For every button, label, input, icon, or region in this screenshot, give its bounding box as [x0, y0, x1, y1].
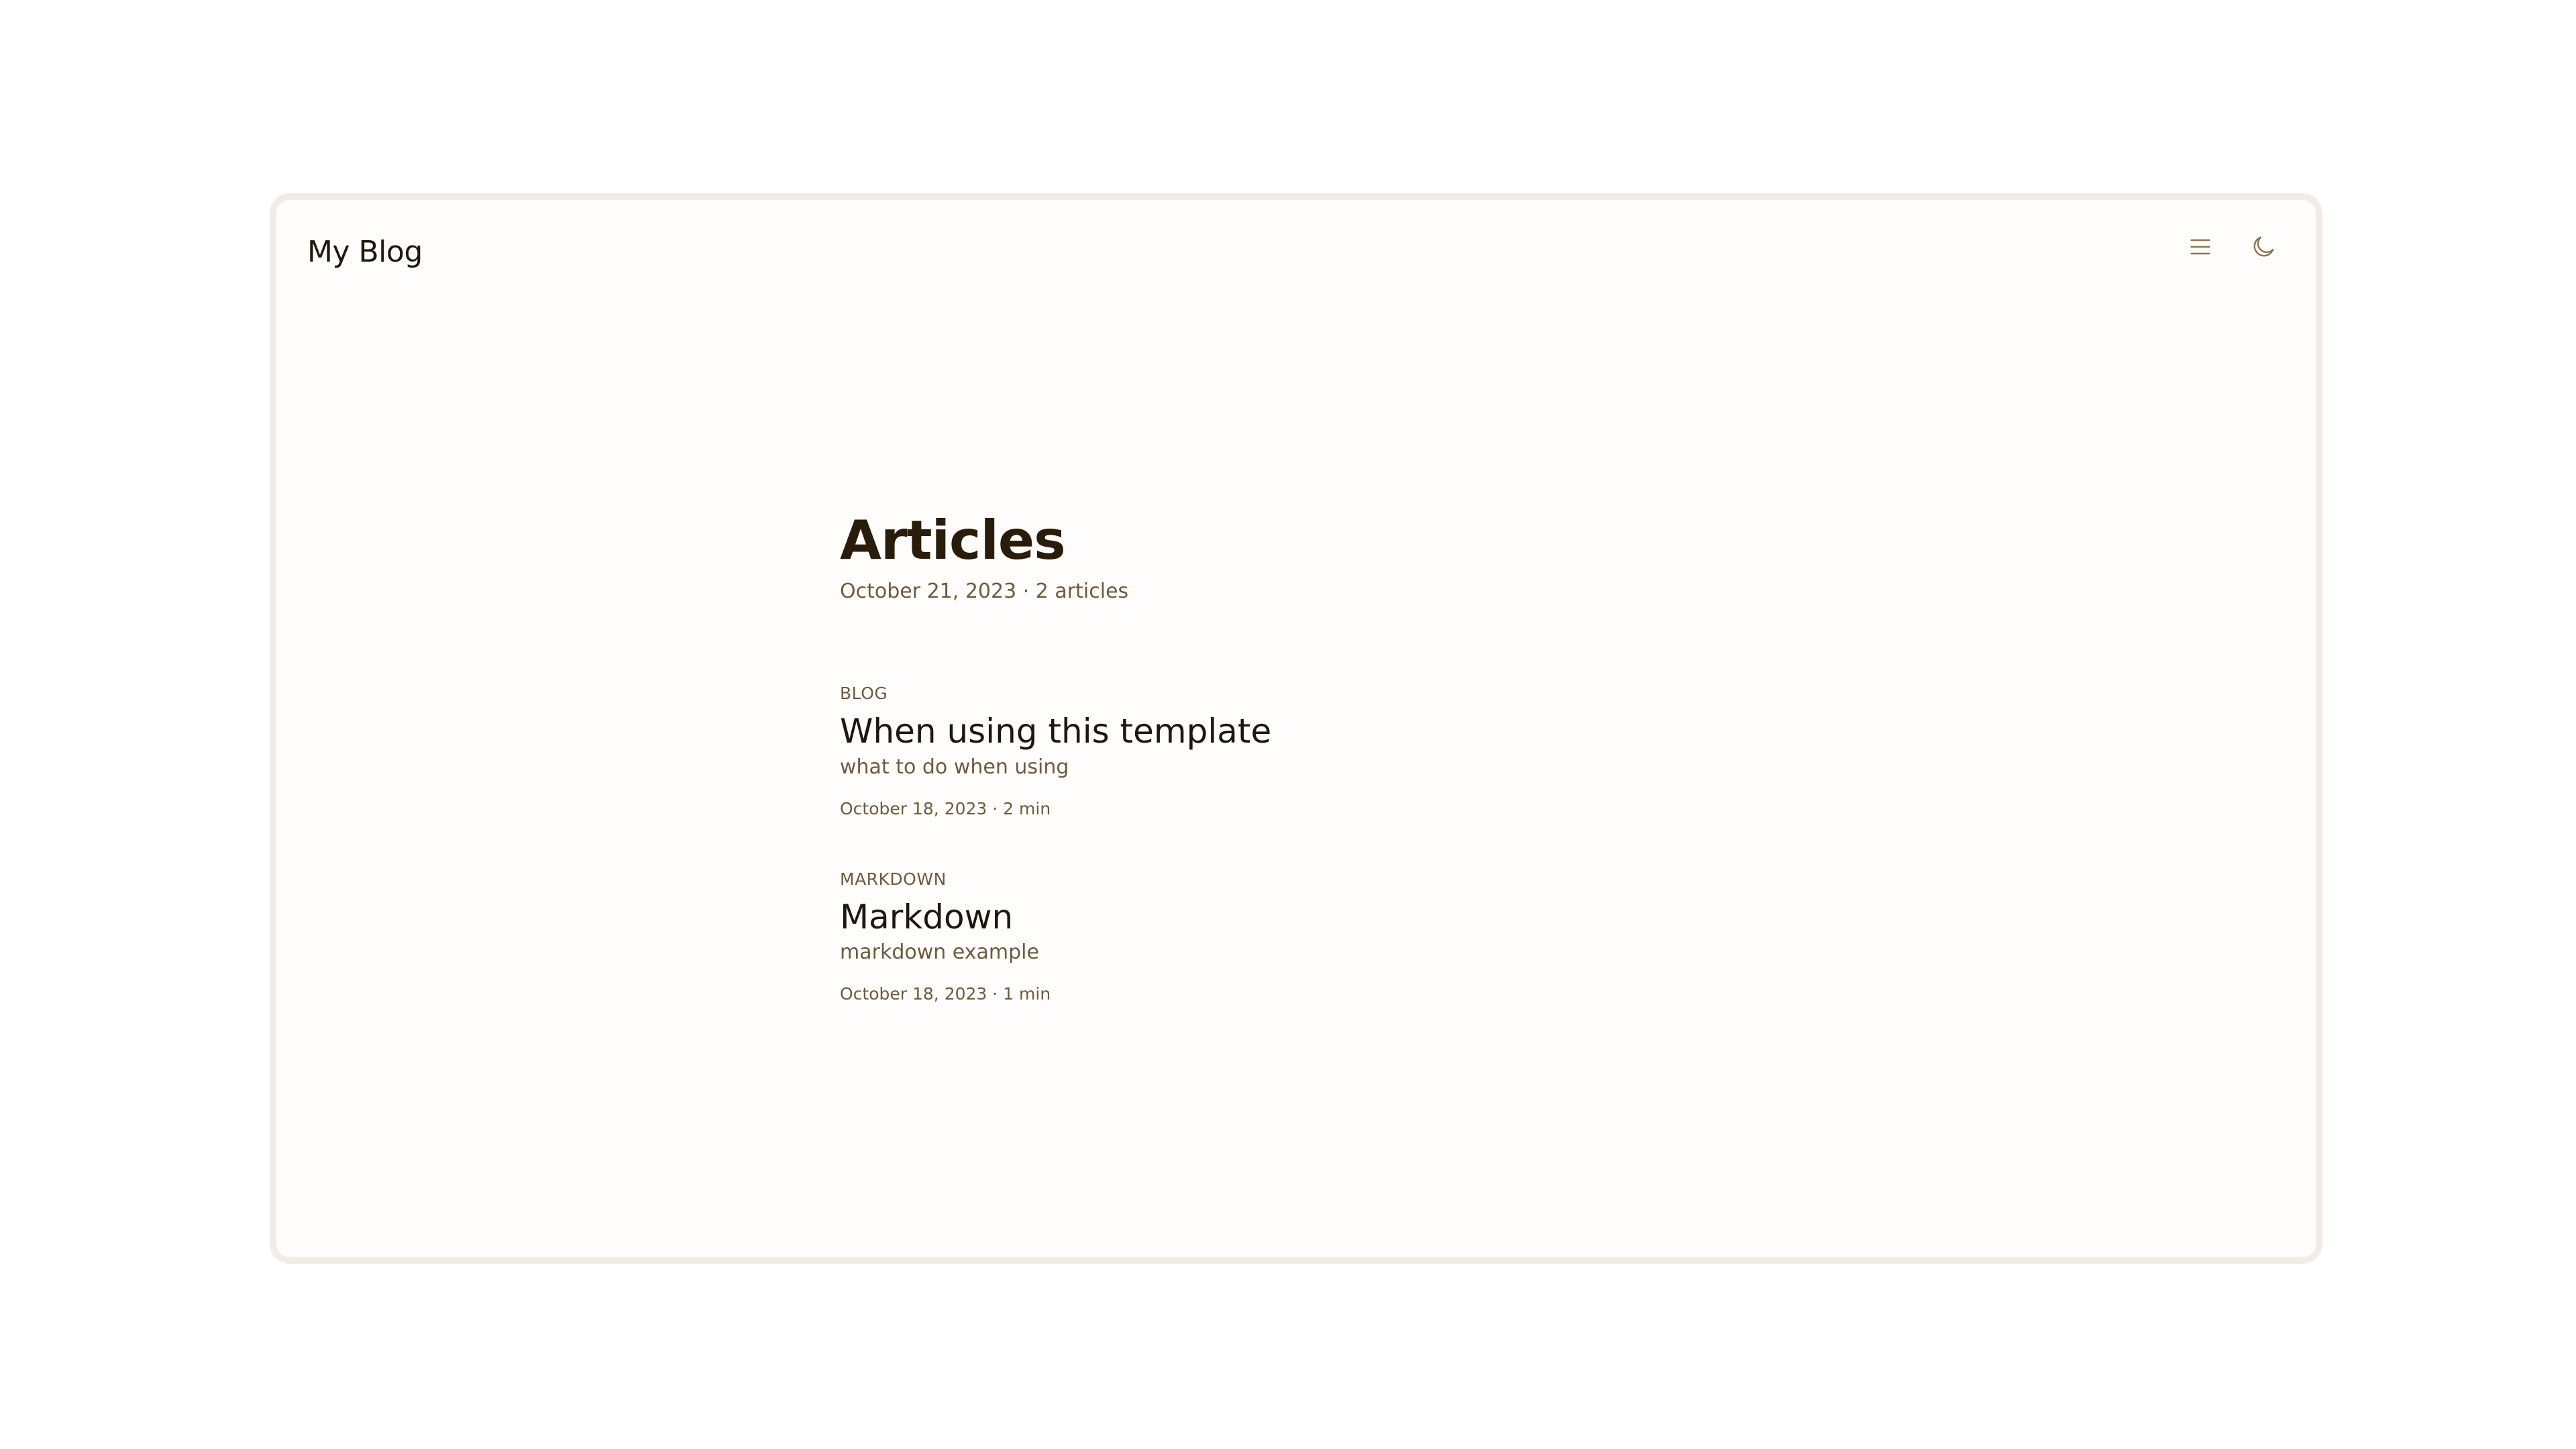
- menu-button[interactable]: [2184, 232, 2216, 264]
- article-item: MARKDOWN Markdown markdown example Octob…: [840, 869, 1779, 1004]
- article-meta: October 18, 2023 · 1 min: [840, 984, 1051, 1004]
- page-frame: My Blog Articles October 21, 2023 · 2 ar…: [270, 193, 2322, 1264]
- moon-icon: [2250, 233, 2277, 263]
- article-item: BLOG When using this template what to do…: [840, 684, 1779, 818]
- main-content: Articles October 21, 2023 · 2 articles B…: [840, 508, 1779, 1055]
- article-title-link[interactable]: Markdown: [840, 898, 1779, 937]
- site-title-link[interactable]: My Blog: [307, 235, 423, 269]
- article-meta: October 18, 2023 · 2 min: [840, 798, 1051, 818]
- menu-icon: [2187, 233, 2214, 263]
- article-category-link[interactable]: MARKDOWN: [840, 869, 1779, 889]
- article-list: BLOG When using this template what to do…: [840, 684, 1779, 1004]
- article-category-link[interactable]: BLOG: [840, 684, 1779, 703]
- page-title: Articles: [840, 509, 1066, 572]
- page-meta: October 21, 2023 · 2 articles: [840, 580, 1129, 603]
- article-title-link[interactable]: When using this template: [840, 712, 1779, 751]
- article-description: markdown example: [840, 941, 1039, 964]
- theme-toggle-button[interactable]: [2247, 232, 2279, 264]
- header-actions: [2184, 232, 2279, 264]
- article-description: what to do when using: [840, 755, 1069, 779]
